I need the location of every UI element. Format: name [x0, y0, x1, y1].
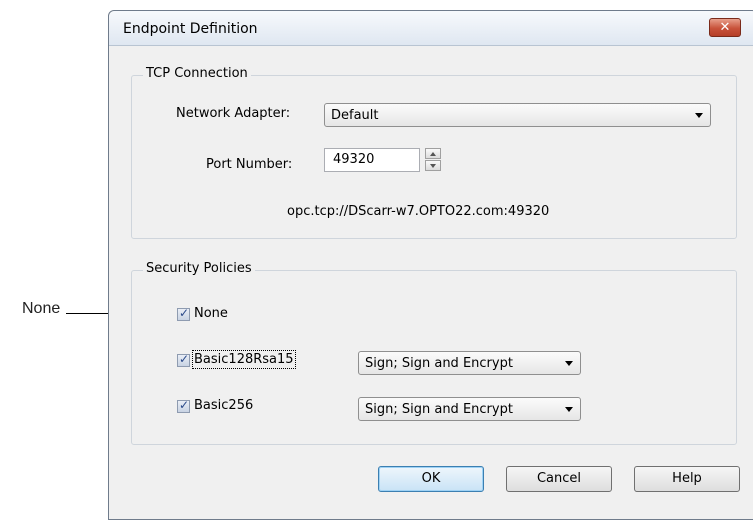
basic128rsa15-checkbox[interactable]	[177, 352, 190, 367]
close-button[interactable]: ✕	[709, 18, 741, 37]
network-adapter-label: Network Adapter:	[176, 106, 291, 121]
basic256-checkbox[interactable]	[177, 398, 190, 413]
endpoint-url: opc.tcp://DScarr-w7.OPTO22.com:49320	[287, 204, 550, 219]
security-policies-legend: Security Policies	[143, 261, 255, 276]
chevron-down-icon	[565, 361, 573, 366]
port-spin-up-button[interactable]	[425, 148, 441, 159]
basic128rsa15-mode-value: Sign; Sign and Encrypt	[365, 356, 513, 371]
callout-label: None	[22, 300, 61, 317]
basic128rsa15-mode-dropdown[interactable]: Sign; Sign and Encrypt	[358, 351, 581, 375]
basic256-mode-value: Sign; Sign and Encrypt	[365, 402, 513, 417]
close-icon: ✕	[719, 20, 731, 35]
tcp-connection-legend: TCP Connection	[143, 66, 251, 81]
dialog-title: Endpoint Definition	[123, 21, 258, 37]
help-button[interactable]: Help	[634, 466, 740, 492]
network-adapter-value: Default	[331, 108, 379, 123]
chevron-down-icon	[565, 407, 573, 412]
none-label[interactable]: None	[194, 306, 228, 321]
port-number-input[interactable]: 49320	[324, 148, 420, 172]
basic256-label[interactable]: Basic256	[194, 398, 253, 413]
port-spin-down-button[interactable]	[425, 160, 441, 171]
network-adapter-dropdown[interactable]: Default	[324, 103, 711, 127]
cancel-button[interactable]: Cancel	[506, 466, 612, 492]
basic128rsa15-label[interactable]: Basic128Rsa15	[192, 350, 296, 369]
ok-button[interactable]: OK	[378, 466, 484, 492]
basic256-mode-dropdown[interactable]: Sign; Sign and Encrypt	[358, 397, 581, 421]
none-checkbox[interactable]	[177, 306, 190, 321]
port-number-label: Port Number:	[206, 157, 293, 172]
port-number-value: 49320	[333, 152, 375, 167]
chevron-down-icon	[695, 113, 703, 118]
endpoint-definition-dialog: Endpoint Definition ✕ TCP Connection Net…	[108, 10, 753, 520]
title-bar[interactable]: Endpoint Definition ✕	[109, 11, 753, 46]
